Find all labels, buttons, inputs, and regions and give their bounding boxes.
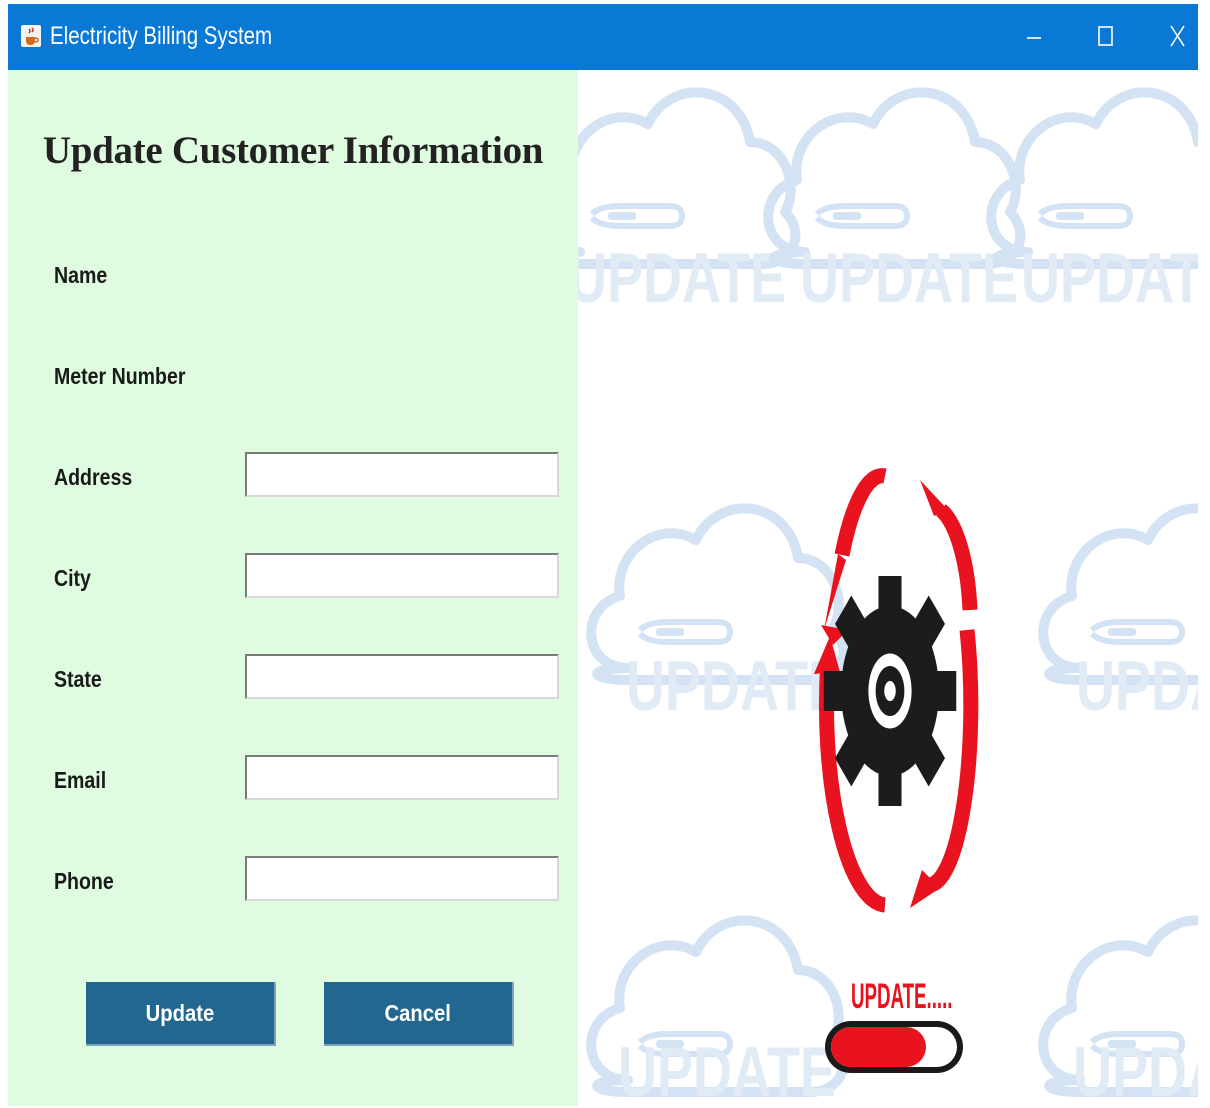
phone-label: Phone: [54, 868, 114, 894]
cloud-icon: UPDATE: [591, 920, 843, 1106]
state-field[interactable]: [245, 654, 559, 699]
customer-form-panel: Update Customer Information Name Meter N…: [8, 70, 578, 1106]
gear-icon: [823, 576, 957, 806]
svg-text:UPDATE: UPDATE: [626, 647, 844, 725]
page-title: Update Customer Information: [42, 129, 544, 172]
update-button-label: Update: [145, 999, 215, 1026]
update-caption: UPDATE.....: [851, 977, 953, 1016]
close-icon: [1170, 25, 1185, 47]
cancel-button[interactable]: Cancel: [324, 982, 514, 1046]
svg-text:UPDATE: UPDATE: [1021, 239, 1198, 317]
java-cup-icon: [21, 25, 41, 47]
maximize-button[interactable]: [1071, 4, 1141, 70]
city-field[interactable]: [245, 553, 559, 598]
cloud-icon: UPDATE: [991, 92, 1198, 318]
update-illustration: UPDATE UPDATE UPDATE UPDATE UPDATE UPDAT…: [578, 70, 1198, 1106]
address-field[interactable]: [245, 452, 559, 497]
cloud-icon: UPDATE: [591, 508, 844, 726]
maximize-icon: [1098, 26, 1113, 46]
update-button[interactable]: Update: [86, 982, 276, 1046]
minimize-button[interactable]: [998, 4, 1068, 70]
state-label: State: [54, 666, 102, 692]
city-label: City: [54, 565, 91, 591]
cloud-icon: UPDATE: [578, 92, 795, 318]
svg-text:UPDATE: UPDATE: [1076, 647, 1198, 725]
name-label: Name: [54, 262, 108, 288]
svg-text:UPDATE: UPDATE: [578, 239, 786, 317]
svg-text:UPDATE: UPDATE: [618, 1033, 836, 1106]
email-label: Email: [54, 767, 107, 793]
window-title: Electricity Billing System: [50, 22, 273, 50]
cancel-button-label: Cancel: [384, 999, 452, 1026]
svg-text:UPDATE: UPDATE: [1073, 1033, 1198, 1106]
cloud-icon: UPDATE: [768, 92, 1020, 318]
title-bar: Electricity Billing System: [8, 4, 1198, 70]
cloud-icon: UPDATE: [1043, 920, 1198, 1106]
email-field[interactable]: [245, 755, 559, 800]
phone-field[interactable]: [245, 856, 559, 901]
update-progress-bar: [825, 1021, 963, 1073]
meter-number-label: Meter Number: [54, 363, 186, 389]
close-button[interactable]: [1143, 4, 1210, 70]
cloud-icon: UPDATE: [1043, 508, 1198, 726]
address-label: Address: [54, 464, 133, 490]
minimize-icon: [1027, 37, 1041, 39]
svg-text:UPDATE: UPDATE: [800, 239, 1018, 317]
